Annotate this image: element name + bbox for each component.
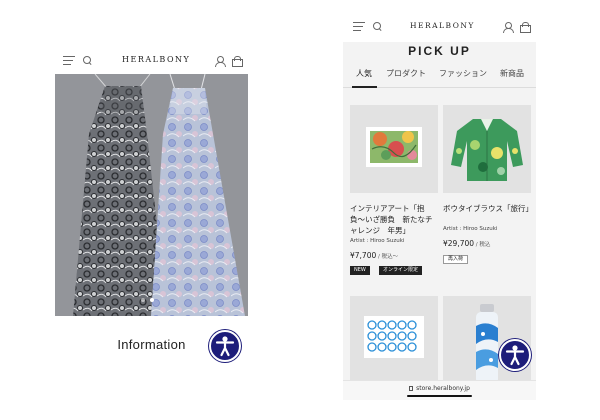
- tab-new-items[interactable]: 新商品: [500, 68, 524, 79]
- search-icon[interactable]: [373, 22, 382, 31]
- art-print-image: [350, 105, 438, 193]
- product-name[interactable]: ボウタイブラウス「旅行」: [443, 203, 533, 214]
- menu-icon[interactable]: [353, 22, 365, 31]
- accessibility-button[interactable]: [209, 330, 241, 362]
- tab-popular[interactable]: 人気: [356, 68, 372, 79]
- site-logo[interactable]: HERALBONY: [410, 21, 475, 30]
- price-tax-note: / 税込〜: [376, 254, 399, 260]
- product-price: ¥29,700 / 税込: [443, 239, 490, 248]
- url-text: store.heralbony.jp: [416, 385, 470, 392]
- product-price: ¥7,700 / 税込〜: [350, 251, 398, 260]
- user-icon[interactable]: [503, 22, 514, 33]
- site-header: HERALBONY: [343, 12, 536, 42]
- tab-fashion[interactable]: ファッション: [439, 68, 487, 79]
- site-logo[interactable]: HERALBONY: [122, 55, 190, 64]
- search-icon[interactable]: [83, 56, 92, 65]
- left-phone-screen: HERALBONY Information: [55, 46, 248, 368]
- product-artist: Artist : Hiroo Suzuki: [443, 226, 498, 232]
- product-artist: Artist : Hiroo Suzuki: [350, 238, 405, 244]
- user-icon[interactable]: [215, 56, 226, 67]
- accessibility-button[interactable]: [499, 339, 531, 371]
- browser-url-bar[interactable]: store.heralbony.jp: [343, 380, 536, 400]
- tab-product[interactable]: プロダクト: [386, 68, 426, 79]
- category-tabs: 人気 プロダクト ファッション 新商品: [343, 68, 536, 88]
- badge-online-only: オンライン限定: [379, 266, 423, 275]
- blouse-image: [443, 105, 531, 193]
- home-indicator[interactable]: [407, 395, 472, 397]
- lock-icon: [409, 386, 414, 391]
- badge-new: NEW: [350, 266, 370, 275]
- menu-icon[interactable]: [63, 56, 75, 65]
- price-tax-note: / 税込: [474, 242, 491, 248]
- hero-image-carousel[interactable]: [55, 74, 248, 316]
- product-image[interactable]: [443, 105, 531, 193]
- right-phone-screen: HERALBONY PICK UP 人気 プロダクト ファッション 新商品 イン: [343, 12, 536, 400]
- page-title: PICK UP: [408, 44, 471, 58]
- badge-restocked: 再入荷: [443, 255, 469, 264]
- carousel-dots[interactable]: [141, 287, 159, 306]
- accessibility-icon: [505, 345, 525, 366]
- site-header: HERALBONY: [55, 46, 248, 74]
- url-display[interactable]: store.heralbony.jp: [343, 385, 536, 392]
- product-image[interactable]: [350, 105, 438, 193]
- product-image[interactable]: [350, 296, 438, 384]
- product-name[interactable]: インテリアアート「抱負〜いざ勝負 新たなチャレンジ 年男」: [350, 203, 438, 236]
- accessibility-icon: [215, 336, 235, 357]
- dresses-photo: [55, 74, 248, 316]
- price-value: ¥7,700: [350, 251, 377, 260]
- carousel-dot-active[interactable]: [150, 298, 154, 302]
- art-print-image: [350, 296, 438, 384]
- bag-icon[interactable]: [232, 56, 243, 67]
- bag-icon[interactable]: [520, 22, 531, 33]
- price-value: ¥29,700: [443, 239, 475, 248]
- active-tab-indicator: [352, 86, 377, 88]
- carousel-dot[interactable]: [141, 298, 145, 302]
